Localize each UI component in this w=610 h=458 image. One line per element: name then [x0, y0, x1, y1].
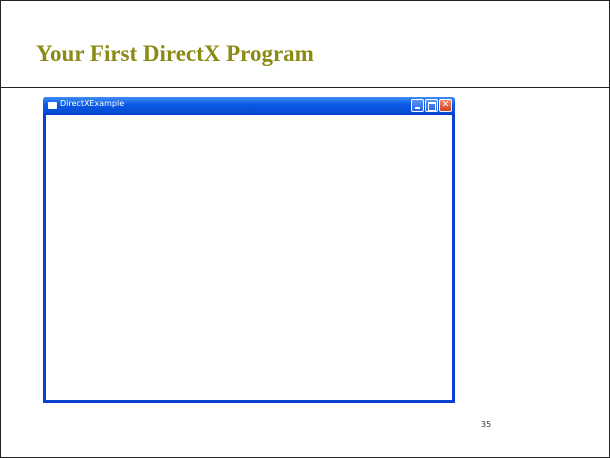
window-client-area[interactable] [46, 115, 452, 400]
close-button[interactable]: ✕ [439, 99, 452, 112]
directx-example-window: DirectXExample ✕ [43, 97, 455, 403]
maximize-button[interactable] [425, 99, 438, 112]
window-icon[interactable] [48, 102, 57, 109]
page-number: 35 [481, 420, 492, 429]
close-icon: ✕ [441, 100, 450, 110]
slide: Your First DirectX Program DirectXExampl… [0, 0, 610, 458]
maximize-icon [428, 102, 436, 111]
window-title: DirectXExample [60, 99, 125, 108]
window-titlebar[interactable]: DirectXExample ✕ [43, 97, 455, 114]
title-divider [1, 87, 609, 88]
minimize-button[interactable] [411, 99, 424, 112]
slide-title: Your First DirectX Program [36, 41, 314, 66]
minimize-icon [415, 107, 420, 109]
